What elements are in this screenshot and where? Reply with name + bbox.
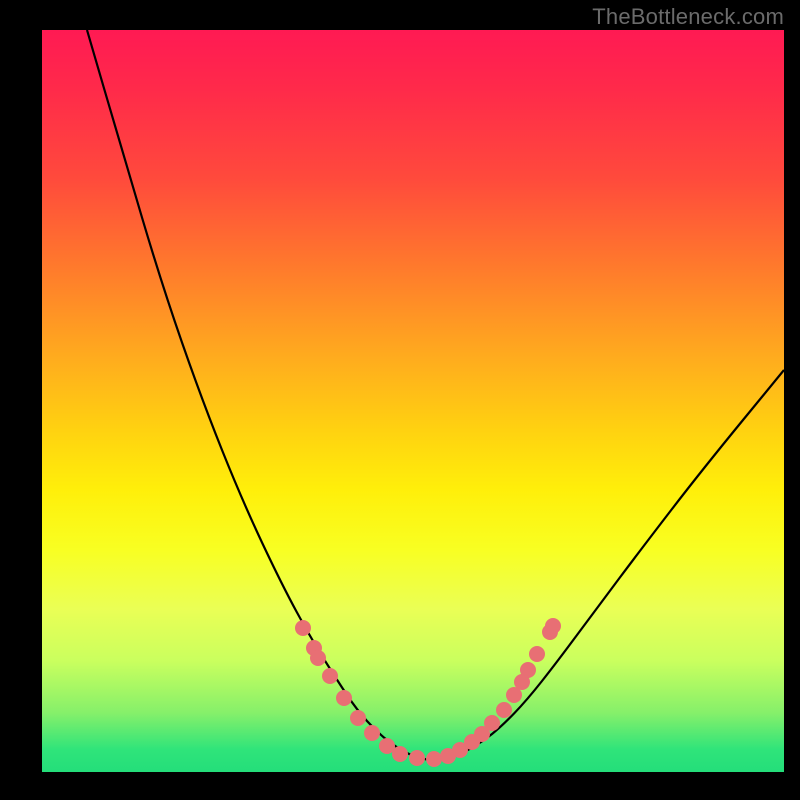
bottleneck-curve xyxy=(87,30,784,760)
watermark-text: TheBottleneck.com xyxy=(592,4,784,30)
data-point xyxy=(484,715,500,731)
data-point xyxy=(295,620,311,636)
data-point xyxy=(496,702,512,718)
data-point xyxy=(529,646,545,662)
data-points xyxy=(295,618,561,767)
data-point xyxy=(364,725,380,741)
data-point xyxy=(322,668,338,684)
data-point xyxy=(350,710,366,726)
curve-svg xyxy=(42,30,784,772)
data-point xyxy=(409,750,425,766)
chart-frame: TheBottleneck.com xyxy=(0,0,800,800)
data-point xyxy=(520,662,536,678)
data-point xyxy=(545,618,561,634)
data-point xyxy=(392,746,408,762)
data-point xyxy=(426,751,442,767)
data-point xyxy=(336,690,352,706)
plot-area xyxy=(42,30,784,772)
data-point xyxy=(310,650,326,666)
